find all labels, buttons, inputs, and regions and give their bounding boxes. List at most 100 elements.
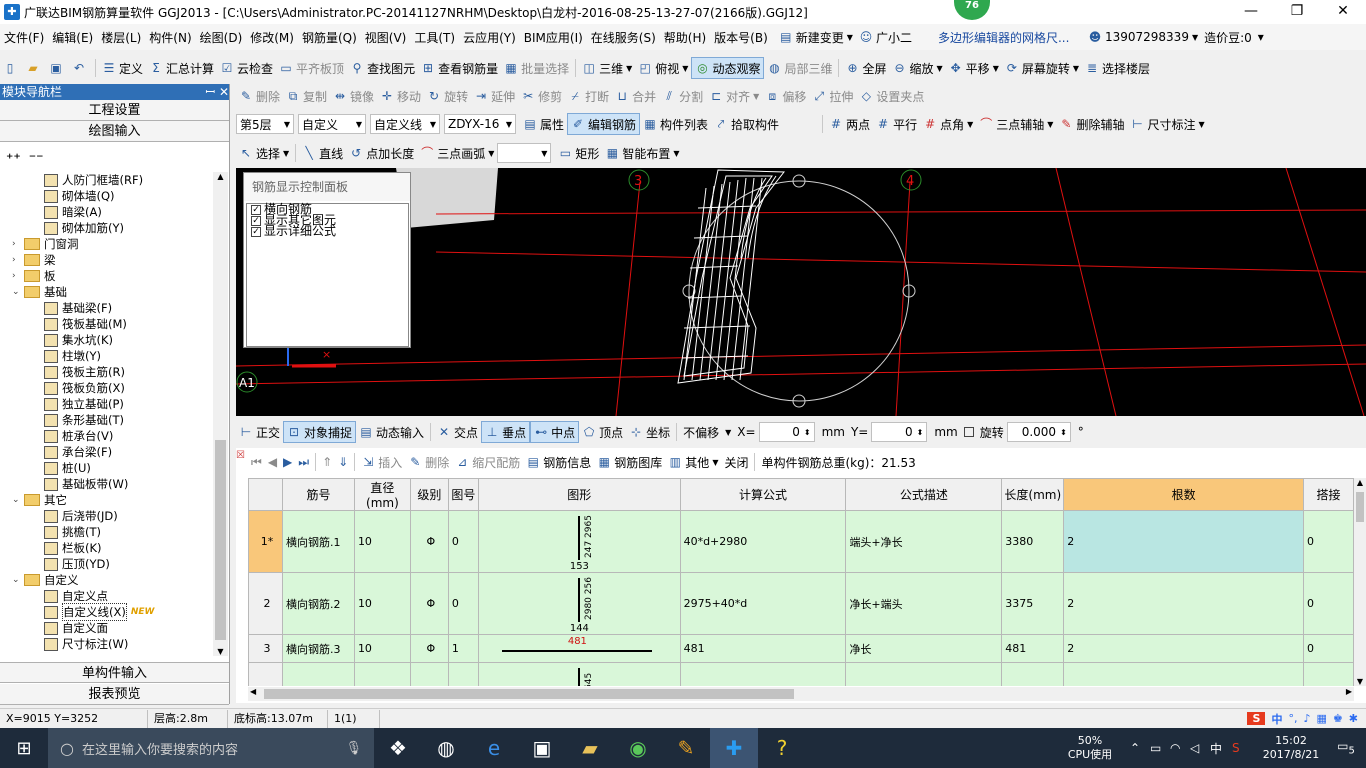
line-button[interactable]: ╲ 直线 <box>299 142 346 164</box>
cell-len[interactable]: 2040 <box>1001 662 1065 686</box>
set-grip-button[interactable]: ◇ 设置夹点 <box>856 85 927 107</box>
tray-chevron-icon[interactable]: ⌃ <box>1130 741 1150 755</box>
cell-len[interactable]: 3375 <box>1001 572 1065 635</box>
subtype-select[interactable]: 自定义线 ▼ <box>370 114 440 134</box>
properties-button[interactable]: ▤ 属性 <box>520 113 567 135</box>
cell-dia[interactable]: 10 <box>353 572 411 635</box>
col-diameter[interactable]: 直径(mm) <box>353 478 411 511</box>
scroll-right-icon[interactable]: ▶ <box>1346 687 1352 696</box>
check-show-formula[interactable]: ✓ 显示详细公式 <box>251 225 408 237</box>
delete-axis-button[interactable]: ✎ 删除辅轴 <box>1056 113 1127 135</box>
tree-folder[interactable]: ⌄ 基础 <box>12 284 67 300</box>
tree-folder[interactable]: ⌄ 其它 <box>12 492 67 508</box>
scroll-up-icon[interactable]: ▲ <box>1354 478 1366 487</box>
smart-layout-button[interactable]: ▦ 智能布置 ▼ <box>602 142 682 164</box>
col-formula[interactable]: 计算公式 <box>679 478 847 511</box>
menu-floor[interactable]: 楼层(L) <box>97 29 145 46</box>
menu-version[interactable]: 版本号(B) <box>710 29 772 46</box>
prev-record-icon[interactable]: ◀ <box>265 451 280 473</box>
store-icon[interactable]: ▣ <box>518 728 566 768</box>
user-account[interactable]: ☻ 13907298339 ▼ <box>1085 26 1201 48</box>
copy-button[interactable]: ⧉ 复制 <box>283 85 330 107</box>
expand-toggle-icon[interactable]: › <box>12 252 22 268</box>
expand-toggle-icon[interactable]: ⌄ <box>12 492 22 508</box>
dynamic-view-button[interactable]: ◎ 动态观察 <box>691 57 765 79</box>
col-rebar-no[interactable]: 筋号 <box>281 478 355 511</box>
intersection-snap-button[interactable]: ✕ 交点 <box>434 421 481 443</box>
keyboard-icon[interactable]: ▦ <box>1317 712 1327 725</box>
cell-desc[interactable]: 净长 <box>845 634 1003 663</box>
dimension-button[interactable]: ⊢ 尺寸标注 ▼ <box>1127 113 1207 135</box>
col-length[interactable]: 长度(mm) <box>1001 478 1065 511</box>
fullscreen-button[interactable]: ⊕ 全屏 <box>842 57 889 79</box>
cell-formula[interactable]: 2975+40*d <box>679 572 847 635</box>
stretch-button[interactable]: ⤢ 拉伸 <box>809 85 856 107</box>
spinner-icon[interactable]: ⬍ <box>1060 428 1067 437</box>
tree-item[interactable]: 筏板基础(M) <box>44 316 127 332</box>
tree-item[interactable]: 砌体墙(Q) <box>44 188 115 204</box>
grid-vertical-scrollbar[interactable]: ▲ ▼ <box>1354 478 1366 686</box>
tree-item[interactable]: 筏板负筋(X) <box>44 380 125 396</box>
type-select[interactable]: 自定义 ▼ <box>298 114 366 134</box>
maximize-button[interactable]: ❐ <box>1274 0 1320 24</box>
menu-tools[interactable]: 工具(T) <box>410 29 459 46</box>
component-list-button[interactable]: ▦ 构件列表 <box>640 113 711 135</box>
cell-count[interactable]: 2 <box>1063 572 1304 635</box>
cell-fig[interactable]: 1 <box>447 634 479 663</box>
tree-item[interactable]: 条形基础(T) <box>44 412 124 428</box>
panel-close-icon[interactable]: ☒ <box>236 450 245 461</box>
assistant-button[interactable]: ☺ 广小二 <box>856 26 915 48</box>
insert-row-button[interactable]: ⇲ 插入 <box>358 451 405 473</box>
align-button[interactable]: ⊏ 对齐 ▼ <box>706 85 762 107</box>
menu-component[interactable]: 构件(N) <box>145 29 195 46</box>
pan-button[interactable]: ✥ 平移 ▼ <box>946 57 1002 79</box>
cell-formula[interactable]: 481 <box>679 634 847 663</box>
tree-item[interactable]: 砌体加筋(Y) <box>44 220 124 236</box>
three-point-axis-button[interactable]: ⌒ 三点辅轴 ▼ <box>976 113 1056 135</box>
view-rebar-button[interactable]: ⊞ 查看钢筋量 <box>418 57 501 79</box>
cell-idx[interactable]: 2 <box>248 572 283 635</box>
open-file-button[interactable]: ▰ <box>23 57 46 79</box>
expand-toggle-icon[interactable]: › <box>12 268 22 284</box>
rotate-button[interactable]: ↻ 旋转 <box>424 85 471 107</box>
cell-desc[interactable]: 净长+端头 <box>845 572 1003 635</box>
tree-item[interactable]: 压顶(YD) <box>44 556 110 572</box>
project-settings-button[interactable]: 工程设置 <box>0 100 229 121</box>
menu-draw[interactable]: 绘图(D) <box>196 29 247 46</box>
scroll-down-icon[interactable]: ▼ <box>213 647 228 656</box>
rectangle-button[interactable]: ▭ 矩形 <box>555 142 602 164</box>
tree-folder[interactable]: › 梁 <box>12 252 56 268</box>
move-button[interactable]: ✛ 移动 <box>377 85 424 107</box>
three-d-button[interactable]: ◫ 三维 ▼ <box>579 57 635 79</box>
arc-option-select[interactable]: ▼ <box>497 143 552 163</box>
cell-grade[interactable]: Φ <box>409 572 449 635</box>
pick-component-button[interactable]: ⤤ 拾取构件 <box>711 113 782 135</box>
glodon-app-icon[interactable]: ✚ <box>710 728 758 768</box>
spinner-icon[interactable]: ⬍ <box>917 428 924 437</box>
expand-toggle-icon[interactable]: ⌄ <box>12 572 22 588</box>
tree-item[interactable]: 基础板带(W) <box>44 476 128 492</box>
menu-bim[interactable]: BIM应用(I) <box>520 29 587 46</box>
checkbox-checked-icon[interactable]: ✓ <box>251 226 261 237</box>
cell-fig[interactable]: 0 <box>447 572 479 635</box>
cell-shape[interactable]: 57 1645 <box>477 662 681 686</box>
first-record-icon[interactable]: ⏮ <box>248 451 265 473</box>
tree-item[interactable]: 基础梁(F) <box>44 300 112 316</box>
cell-lap[interactable]: 0 <box>1302 634 1354 663</box>
top-view-button[interactable]: ◰ 俯视 ▼ <box>635 57 691 79</box>
cell-lap[interactable]: 0 <box>1302 572 1354 635</box>
cell-idx[interactable]: 4 <box>248 662 283 686</box>
checkbox-checked-icon[interactable]: ✓ <box>251 204 261 215</box>
tree-scrollbar[interactable]: ▲ ▼ <box>213 172 228 656</box>
scroll-down-icon[interactable]: ▼ <box>1354 677 1366 686</box>
scale-rebar-button[interactable]: ⊿ 缩尺配筋 <box>452 451 523 473</box>
cell-len[interactable]: 3380 <box>1001 510 1065 573</box>
edge-icon[interactable]: e <box>470 728 518 768</box>
vertex-snap-button[interactable]: ⬠ 顶点 <box>579 421 626 443</box>
windows-start-icon[interactable]: ⊞ <box>0 728 48 768</box>
edit-rebar-button[interactable]: ✐ 编辑钢筋 <box>567 113 641 135</box>
cell-formula[interactable]: 40*d+2980 <box>679 510 847 573</box>
coord-snap-button[interactable]: ⊹ 坐标 <box>626 421 673 443</box>
col-shape[interactable]: 图形 <box>477 478 681 511</box>
tree-folder[interactable]: › 门窗洞 <box>12 236 79 252</box>
